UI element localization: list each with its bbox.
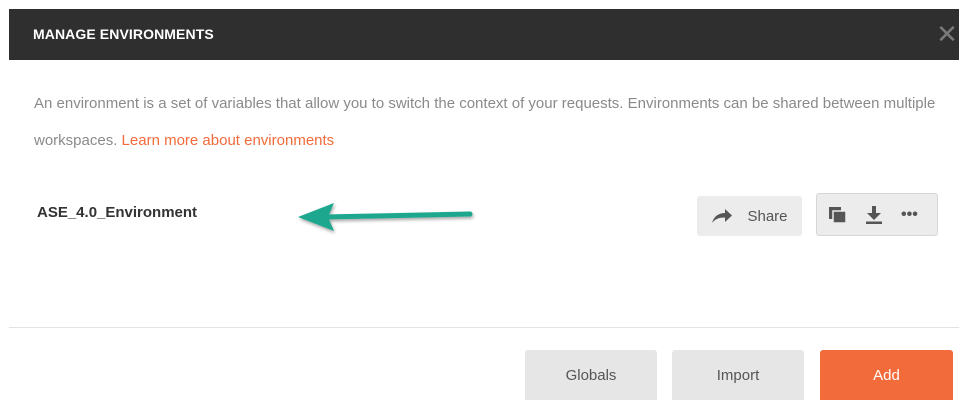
- share-arrow-icon: [712, 209, 733, 223]
- learn-more-link[interactable]: Learn more about environments: [122, 132, 335, 149]
- share-label: Share: [747, 207, 788, 225]
- add-button[interactable]: Add: [820, 350, 953, 400]
- globals-button[interactable]: Globals: [525, 350, 657, 400]
- modal-description: An environment is a set of variables tha…: [34, 85, 939, 159]
- download-icon[interactable]: [865, 205, 883, 224]
- environment-actions: •••: [816, 193, 938, 236]
- annotation-arrow: [298, 203, 473, 231]
- divider: [9, 327, 959, 328]
- modal-title: MANAGE ENVIRONMENTS: [33, 26, 214, 42]
- share-button[interactable]: Share: [697, 196, 802, 236]
- more-icon[interactable]: •••: [901, 206, 918, 224]
- duplicate-icon[interactable]: [829, 206, 847, 223]
- import-button[interactable]: Import: [672, 350, 804, 400]
- modal-header: MANAGE ENVIRONMENTS ✕: [9, 9, 959, 60]
- close-icon[interactable]: ✕: [935, 21, 959, 47]
- environment-name[interactable]: ASE_4.0_Environment: [37, 204, 197, 221]
